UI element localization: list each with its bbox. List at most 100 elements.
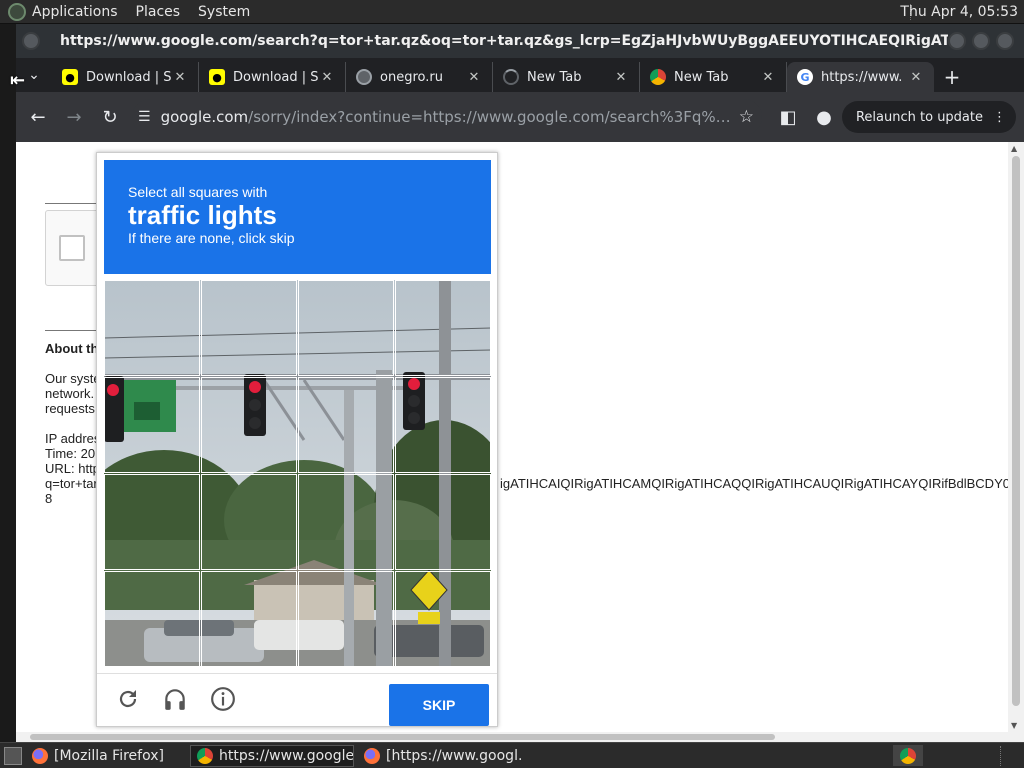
tab-download-2[interactable]: ● Download | S ✕ — [199, 62, 346, 92]
url-text-line2: q=tor+tar — [45, 476, 98, 491]
reload-icon[interactable]: ↻ — [92, 99, 128, 135]
taskbar-item-firefox[interactable]: [Mozilla Firefox] — [26, 745, 186, 767]
info-icon[interactable] — [208, 684, 238, 714]
forward-arrow-icon[interactable]: → — [56, 99, 92, 135]
grid-tile[interactable] — [395, 377, 491, 473]
tab-new-tab-2[interactable]: New Tab ✕ — [640, 62, 787, 92]
mouse-cursor-icon: ⇤ — [10, 70, 26, 91]
challenge-hint: If there are none, click skip — [128, 230, 295, 246]
grid-tile[interactable] — [201, 474, 297, 570]
about-heading: About th — [45, 341, 99, 356]
back-arrow-icon[interactable]: ← — [20, 99, 56, 135]
tab-new-tab-1[interactable]: New Tab ✕ — [493, 62, 640, 92]
chrome-icon — [900, 747, 916, 764]
grid-tile[interactable] — [298, 280, 394, 376]
google-icon: G — [797, 69, 813, 85]
tab-label: https://www. — [821, 69, 903, 85]
globe-icon — [356, 69, 372, 85]
kebab-menu-icon[interactable]: ⋮ — [993, 110, 1006, 125]
recaptcha-checkbox[interactable] — [59, 235, 85, 261]
show-desktop-icon[interactable] — [4, 746, 22, 765]
maximize-icon[interactable] — [972, 32, 990, 50]
info-text-line: Our syste — [45, 371, 101, 386]
grid-tile[interactable] — [104, 571, 200, 666]
taskbar: [Mozilla Firefox] https://www.google... … — [0, 742, 1024, 768]
relaunch-button[interactable]: Relaunch to update ⋮ — [841, 101, 1016, 133]
site-info-icon[interactable]: ☰ — [138, 109, 151, 125]
tab-label: New Tab — [527, 69, 582, 85]
tab-close-icon[interactable]: ✕ — [319, 70, 335, 85]
menu-system[interactable]: System — [198, 4, 250, 20]
scroll-up-icon[interactable]: ▲ — [1011, 144, 1017, 153]
grid-tile[interactable] — [201, 280, 297, 376]
grid-tile[interactable] — [395, 474, 491, 570]
tab-label: Download | S — [233, 69, 319, 85]
grid-tile[interactable] — [395, 571, 491, 666]
skip-button[interactable]: SKIP — [389, 684, 489, 726]
grid-tile[interactable] — [201, 377, 297, 473]
grid-tile[interactable] — [298, 377, 394, 473]
menu-places[interactable]: Places — [136, 4, 181, 20]
loading-icon — [503, 69, 519, 85]
menu-applications[interactable]: Applications — [32, 4, 118, 20]
window-menu-icon[interactable] — [22, 32, 40, 50]
taskbar-item-chrome[interactable]: https://www.google... — [190, 744, 354, 767]
scrollbar-thumb[interactable] — [30, 734, 775, 740]
vertical-scrollbar[interactable]: ▲ ▼ — [1008, 142, 1024, 732]
taskbar-item-label: https://www.google... — [219, 747, 354, 764]
grid-tile[interactable] — [298, 474, 394, 570]
profile-avatar-icon[interactable]: ● — [806, 99, 842, 135]
grid-tile[interactable] — [104, 377, 200, 473]
url-text-line3: 8 — [45, 491, 53, 506]
reload-challenge-icon[interactable] — [113, 684, 143, 714]
tab-download-1[interactable]: ● Download | S ✕ — [52, 62, 199, 92]
tab-label: Download | S — [86, 69, 172, 85]
snapchat-icon: ● — [209, 69, 225, 85]
info-text-line: requests — [45, 401, 95, 416]
panel-clock[interactable]: Thu Apr 4, 05:53 — [900, 4, 1018, 20]
bookmark-star-icon[interactable]: ☆ — [739, 107, 754, 127]
tab-google-active[interactable]: G https://www. ✕ — [787, 62, 934, 92]
grid-tile[interactable] — [104, 280, 200, 376]
grid-tile[interactable] — [298, 571, 394, 666]
tab-close-icon[interactable]: ✕ — [613, 70, 629, 85]
scrollbar-thumb[interactable] — [1012, 156, 1020, 706]
chrome-icon — [650, 69, 666, 85]
new-tab-plus-icon[interactable]: + — [934, 62, 970, 92]
grid-tile[interactable] — [104, 474, 200, 570]
taskbar-item-label: [https://www.googl... — [386, 747, 522, 764]
challenge-target: traffic lights — [128, 200, 277, 230]
tab-label: onegro.ru — [380, 69, 443, 85]
tab-close-icon[interactable]: ✕ — [466, 70, 482, 85]
tab-close-icon[interactable]: ✕ — [760, 70, 776, 85]
taskbar-item-label: [Mozilla Firefox] — [54, 747, 164, 764]
close-window-icon[interactable] — [996, 32, 1014, 50]
url-host: google.com — [160, 108, 249, 126]
side-panel-icon[interactable]: ◧ — [770, 99, 806, 135]
minimize-icon[interactable] — [948, 32, 966, 50]
chrome-icon — [197, 747, 213, 764]
url-path: /sorry/index?continue=https://www.google… — [248, 108, 731, 126]
firefox-icon — [364, 747, 380, 764]
divider — [45, 203, 97, 204]
time-text: Time: 20 — [45, 446, 96, 461]
scroll-down-icon[interactable]: ▼ — [1011, 721, 1017, 730]
window-title: https://www.google.com/search?q=tor+tar.… — [60, 33, 948, 49]
snapchat-icon: ● — [62, 69, 78, 85]
taskbar-item-firefox-2[interactable]: [https://www.googl... — [358, 745, 522, 767]
address-bar[interactable]: ☰ google.com /sorry/index?continue=https… — [132, 99, 762, 135]
tab-onegro[interactable]: onegro.ru ✕ — [346, 62, 493, 92]
distro-logo-icon[interactable] — [8, 2, 26, 21]
tray-chrome-icon[interactable] — [893, 745, 923, 766]
tab-close-icon[interactable]: ✕ — [172, 70, 188, 85]
horizontal-scrollbar[interactable] — [16, 732, 1024, 742]
url-text-tail: igATIHCAIQIRigATIHCAMQIRigATIHCAQQIRigAT… — [500, 476, 1008, 491]
divider — [45, 330, 97, 331]
top-panel: Applications Places System Thu Apr 4, 05… — [0, 0, 1024, 24]
challenge-footer: SKIP — [97, 673, 497, 727]
grid-tile[interactable] — [201, 571, 297, 666]
window-titlebar[interactable]: https://www.google.com/search?q=tor+tar.… — [16, 24, 1024, 58]
audio-challenge-headphones-icon[interactable] — [160, 684, 190, 714]
tab-close-icon[interactable]: ✕ — [908, 70, 924, 85]
grid-tile[interactable] — [395, 280, 491, 376]
